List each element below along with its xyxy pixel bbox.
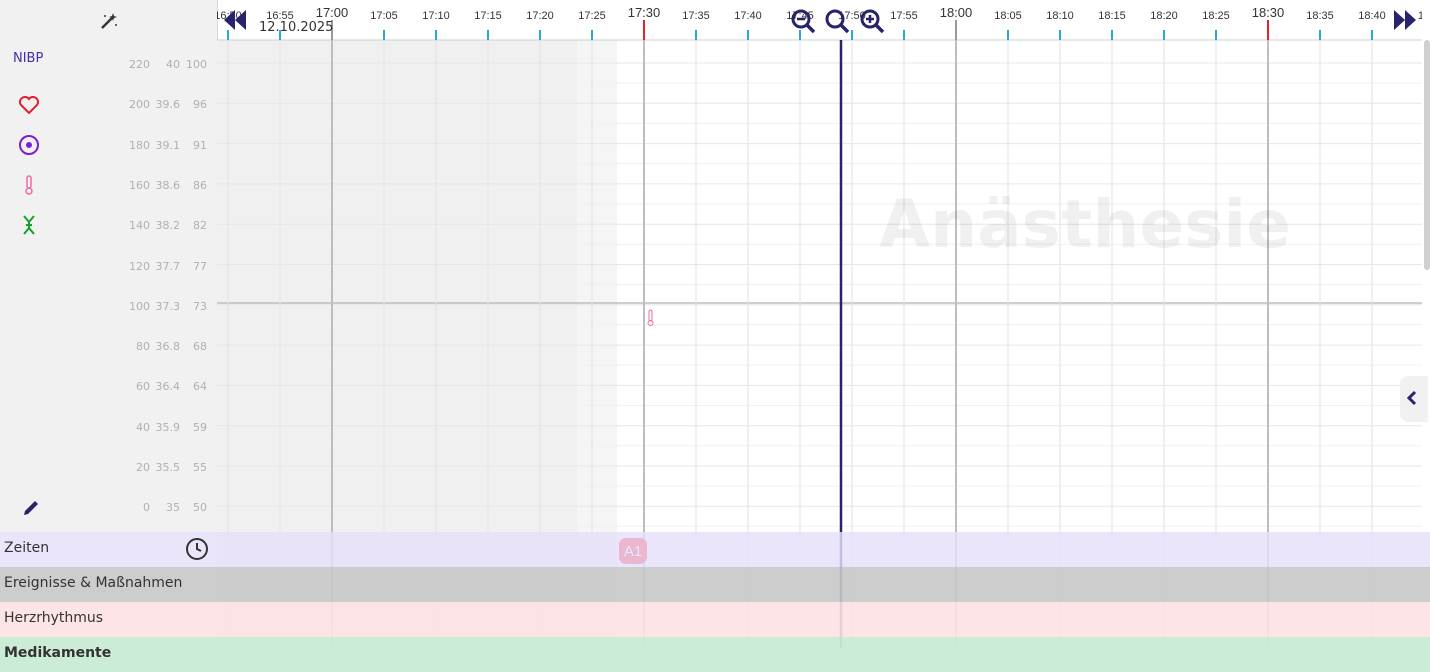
time-tick-label: 17:35	[682, 10, 710, 22]
time-tick-label: 18:25	[1202, 10, 1230, 22]
scale-label: 73	[193, 299, 207, 313]
scale-label: 68	[193, 340, 207, 354]
row-label-herzrhythmus: Herzrhythmus	[4, 610, 104, 626]
temperature-marker-icon	[645, 308, 657, 332]
time-tick-label: 18	[1418, 10, 1422, 22]
time-tick-label: 17:05	[370, 10, 398, 22]
respiration-icon	[18, 214, 40, 236]
magic-wand-icon[interactable]	[99, 11, 119, 31]
scale-label: 50	[193, 501, 207, 515]
scale-label: 77	[193, 259, 207, 273]
time-tick-label: 18:05	[994, 10, 1022, 22]
row-zeiten[interactable]: Zeiten	[0, 532, 1430, 567]
time-tick-label: 17:30	[628, 5, 661, 20]
watermark-label: Anästhesie	[879, 186, 1291, 263]
time-tick-label: 18:15	[1098, 10, 1126, 22]
time-tick-label: 17:15	[474, 10, 502, 22]
date-label: 12.10.2025	[259, 20, 334, 35]
time-tick-label: 18:40	[1358, 10, 1386, 22]
row-label-medikamente: Medikamente	[4, 645, 112, 661]
zoom-reset-button[interactable]	[824, 8, 850, 38]
legend-panel: NIBP 220 40 100 200 39.6 96 180 39.1 91 160 38.6 86…	[0, 0, 218, 532]
row-medikamente[interactable]: Medikamente	[0, 637, 1430, 672]
row-ereignisse[interactable]: Ereignisse & Maßnahmen	[0, 567, 1430, 602]
time-tick-label: 17:25	[578, 10, 606, 22]
scale-label: 64	[193, 380, 207, 394]
time-tick-label: 17:10	[422, 10, 450, 22]
vertical-scrollbar[interactable]	[1424, 40, 1430, 270]
zoom-out-button[interactable]	[790, 8, 816, 38]
pencil-icon[interactable]	[21, 498, 41, 518]
time-tick-label: 18:20	[1150, 10, 1178, 22]
time-tick-label: 18:35	[1306, 10, 1334, 22]
time-tick-label: 17:55	[890, 10, 918, 22]
scale-label: 100	[186, 58, 207, 71]
time-tick-label: 18:30	[1252, 5, 1285, 20]
scale-label: 55	[193, 461, 207, 474]
collapse-panel-button[interactable]	[1400, 376, 1428, 422]
time-tick-label: 17:00	[316, 5, 349, 20]
row-herzrhythmus[interactable]: Herzrhythmus	[0, 602, 1430, 637]
forward-button[interactable]	[1392, 8, 1418, 36]
target-icon	[18, 134, 40, 156]
nibp-label: NIBP	[13, 51, 44, 66]
scale-label: 82	[193, 219, 207, 233]
time-tick-label: 18:00	[940, 5, 973, 20]
time-tick-label: 17:40	[734, 10, 762, 22]
row-label-zeiten: Zeiten	[4, 540, 50, 556]
clock-icon[interactable]	[185, 537, 209, 565]
scale-label: 96	[193, 98, 207, 112]
thermometer-icon	[18, 174, 40, 196]
scale-label: 59	[193, 420, 207, 434]
time-tick-label: 18:10	[1046, 10, 1074, 22]
time-tick-label: 17:20	[526, 10, 554, 22]
zoom-in-button[interactable]	[859, 8, 885, 38]
row-label-ereignisse: Ereignisse & Maßnahmen	[4, 575, 183, 591]
scale-label: 91	[193, 138, 207, 152]
scale-label: 86	[193, 178, 207, 192]
heart-icon	[18, 94, 40, 116]
rewind-button[interactable]	[222, 8, 248, 36]
